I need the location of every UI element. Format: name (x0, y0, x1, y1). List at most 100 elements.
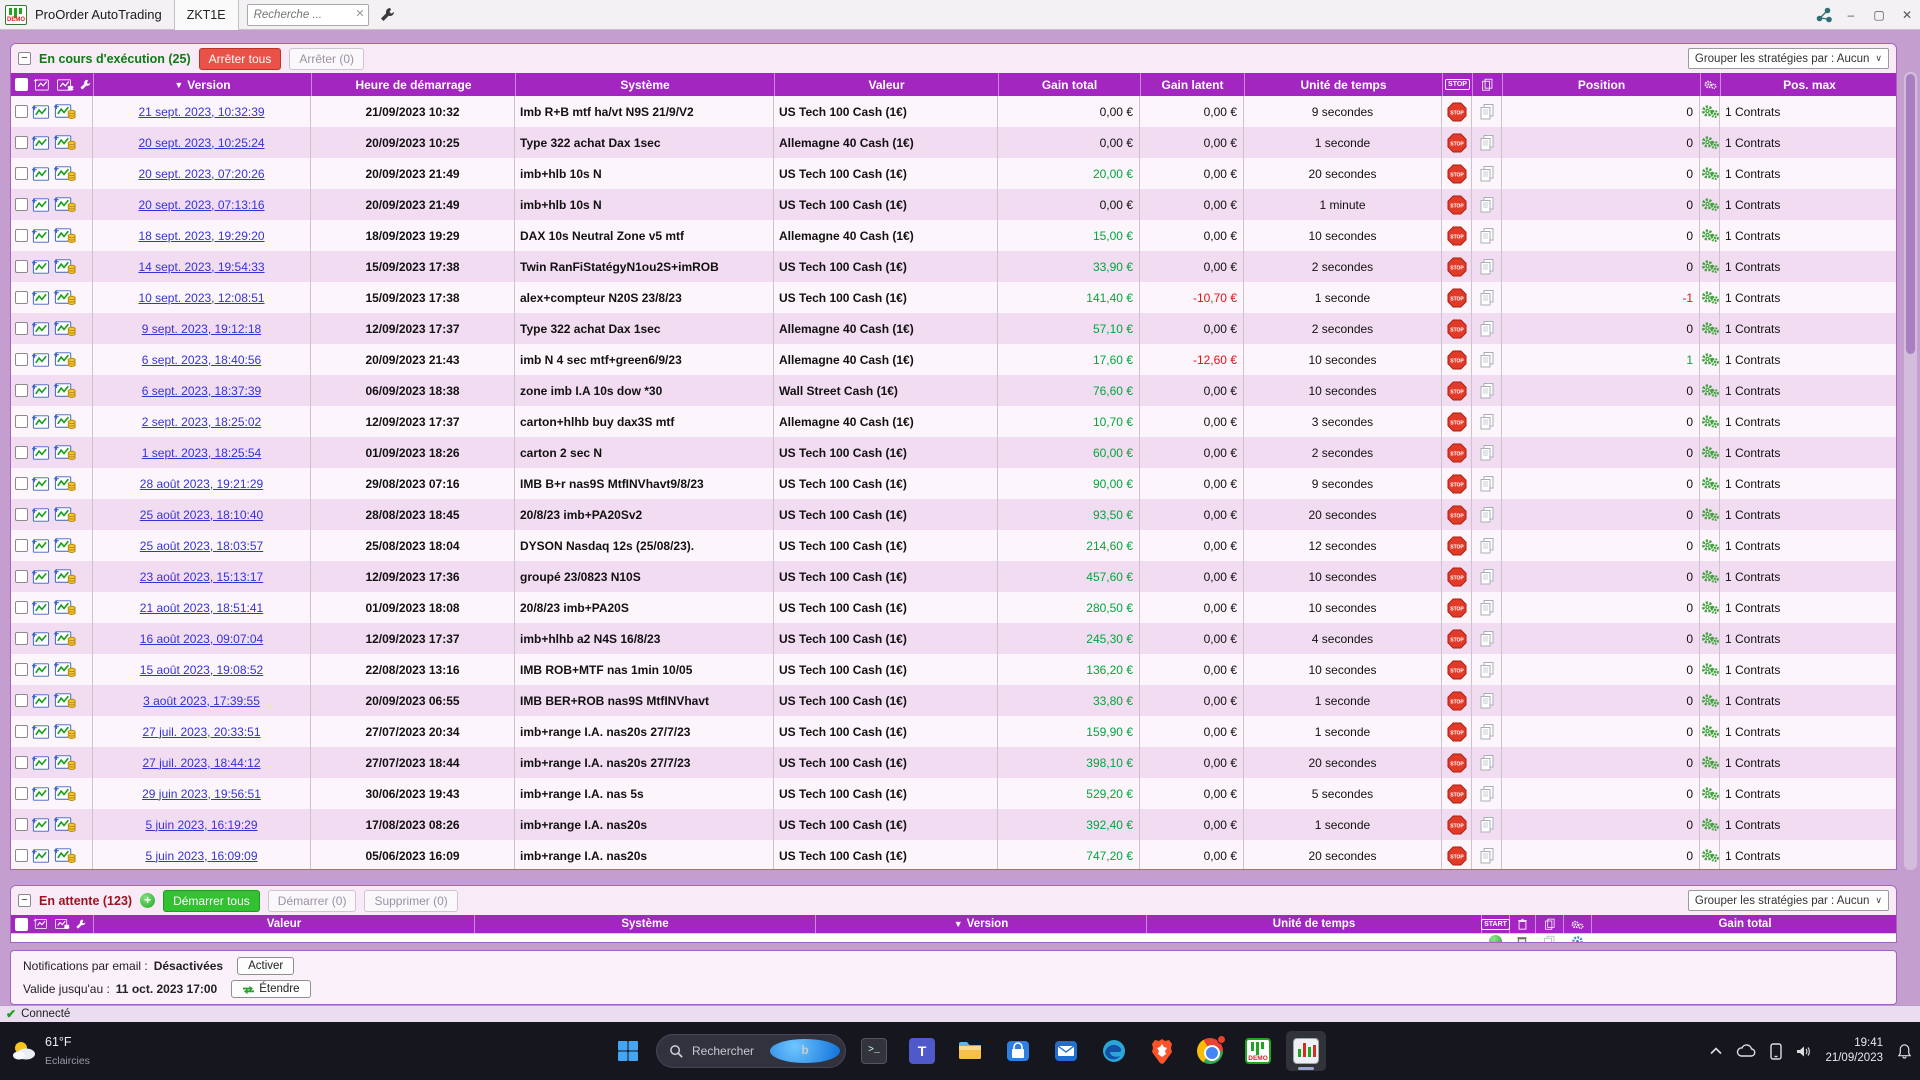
cell-version[interactable]: 15 août 2023, 19:08:52 (93, 654, 311, 685)
row-checkbox[interactable] (15, 539, 28, 552)
copy-pages-icon[interactable] (1479, 785, 1495, 802)
row-checkbox[interactable] (15, 167, 28, 180)
extend-button[interactable]: Étendre (231, 980, 311, 998)
copy-pages-icon[interactable] (1479, 568, 1495, 585)
row-checkbox[interactable] (15, 446, 28, 459)
edit-chart-money-icon[interactable] (53, 630, 76, 647)
row-checkbox[interactable] (15, 260, 28, 273)
col-system[interactable]: Système (515, 73, 774, 96)
open-chart-icon[interactable] (31, 104, 50, 120)
open-chart-icon[interactable] (31, 259, 50, 275)
edit-chart-money-icon[interactable] (53, 227, 76, 244)
row-checkbox[interactable] (15, 601, 28, 614)
cell-version[interactable]: 20 sept. 2023, 10:25:24 (93, 127, 311, 158)
taskbar-app-prorealtime-demo[interactable]: DEMO (1238, 1031, 1278, 1071)
stop-selected-button[interactable]: Arrêter (0) (289, 47, 365, 70)
row-checkbox[interactable] (15, 105, 28, 118)
row-checkbox[interactable] (15, 415, 28, 428)
col-gain-total[interactable]: Gain total (998, 73, 1140, 96)
open-chart-icon[interactable] (31, 662, 50, 678)
edit-chart-money-icon[interactable] (53, 754, 76, 771)
cell-version[interactable]: 18 sept. 2023, 19:29:20 (93, 220, 311, 251)
stop-button[interactable]: STOP (1447, 815, 1467, 835)
copy-pages-icon[interactable] (1479, 289, 1495, 306)
tray-chevron-up-icon[interactable] (1710, 1047, 1723, 1055)
stop-button[interactable]: STOP (1447, 443, 1467, 463)
edit-chart-money-icon[interactable] (53, 599, 76, 616)
stop-button[interactable]: STOP (1447, 133, 1467, 153)
row-checkbox[interactable] (15, 508, 28, 521)
open-chart-icon[interactable] (31, 135, 50, 151)
add-chart-icon[interactable] (33, 78, 50, 92)
gears-icon[interactable] (1701, 104, 1719, 119)
stop-button[interactable]: STOP (1447, 226, 1467, 246)
cell-version[interactable]: 27 juil. 2023, 20:33:51 (93, 716, 311, 747)
edit-chart-money-icon[interactable] (53, 289, 76, 306)
cell-version[interactable]: 16 août 2023, 09:07:04 (93, 623, 311, 654)
col-gain-total[interactable]: Gain total (1591, 915, 1896, 933)
stop-button[interactable]: STOP (1447, 784, 1467, 804)
gears-icon[interactable] (1701, 600, 1719, 615)
stop-button[interactable]: STOP (1447, 629, 1467, 649)
open-chart-icon[interactable] (31, 538, 50, 554)
gears-icon[interactable] (1701, 259, 1719, 274)
open-chart-icon[interactable] (31, 848, 50, 864)
copy-pages-icon[interactable] (1479, 847, 1495, 864)
add-chart-icon[interactable] (33, 918, 48, 930)
copy-pages-icon[interactable] (1479, 258, 1495, 275)
col-value[interactable]: Valeur (774, 73, 998, 96)
stop-button[interactable]: STOP (1447, 381, 1467, 401)
stop-button[interactable]: STOP (1447, 102, 1467, 122)
copy-pages-icon[interactable] (1479, 351, 1495, 368)
edit-chart-money-icon[interactable] (53, 165, 76, 182)
trash-icon[interactable] (1516, 935, 1528, 943)
copy-pages-icon[interactable] (1479, 103, 1495, 120)
copy-pages-icon[interactable] (1479, 692, 1495, 709)
select-all-checkbox[interactable] (15, 917, 28, 931)
gears-icon[interactable] (1701, 445, 1719, 460)
copy-pages-icon[interactable] (1479, 227, 1495, 244)
cell-version[interactable]: 10 sept. 2023, 12:08:51 (93, 282, 311, 313)
gears-icon[interactable] (1701, 786, 1719, 801)
cell-version[interactable]: 1 sept. 2023, 18:25:54 (93, 437, 311, 468)
cell-version[interactable]: 27 juil. 2023, 18:44:12 (93, 747, 311, 778)
stop-button[interactable]: STOP (1447, 319, 1467, 339)
cell-version[interactable]: 23 août 2023, 15:13:17 (93, 561, 311, 592)
select-all-checkbox[interactable] (15, 78, 28, 91)
edit-chart-money-icon[interactable] (53, 847, 76, 864)
cell-version[interactable]: 28 août 2023, 19:21:29 (93, 468, 311, 499)
taskbar-app-brave[interactable] (1142, 1031, 1182, 1071)
gears-icon[interactable] (1701, 197, 1719, 212)
cell-version[interactable]: 25 août 2023, 18:10:40 (93, 499, 311, 530)
cell-version[interactable]: 3 août 2023, 17:39:55 (93, 685, 311, 716)
add-chart-money-icon[interactable] (55, 78, 74, 92)
stop-button[interactable]: STOP (1447, 691, 1467, 711)
cell-version[interactable]: 5 juin 2023, 16:09:09 (93, 840, 311, 869)
open-chart-icon[interactable] (31, 693, 50, 709)
col-position[interactable]: Position (1502, 73, 1700, 96)
gears-icon[interactable] (1701, 848, 1719, 863)
taskbar-app-explorer[interactable] (950, 1031, 990, 1071)
stop-button[interactable]: STOP (1447, 288, 1467, 308)
edit-chart-money-icon[interactable] (53, 723, 76, 740)
tools-wrench-icon[interactable] (75, 919, 86, 930)
stop-button[interactable]: STOP (1447, 846, 1467, 866)
start-selected-button[interactable]: Démarrer (0) (267, 889, 357, 912)
gears-icon[interactable] (1701, 662, 1719, 677)
open-chart-icon[interactable] (31, 631, 50, 647)
stop-button[interactable]: STOP (1447, 505, 1467, 525)
stop-button[interactable]: STOP (1447, 195, 1467, 215)
row-checkbox[interactable] (15, 787, 28, 800)
cell-version[interactable]: 6 sept. 2023, 18:40:56 (93, 344, 311, 375)
open-chart-icon[interactable] (31, 197, 50, 213)
col-time-unit[interactable]: Unité de temps (1244, 73, 1442, 96)
copy-pages-icon[interactable] (1479, 134, 1495, 151)
row-checkbox[interactable] (15, 477, 28, 490)
gears-icon[interactable] (1701, 476, 1719, 491)
gears-icon[interactable] (1701, 507, 1719, 522)
scrollbar-thumb[interactable] (1906, 74, 1915, 354)
copy-pages-icon[interactable] (1479, 723, 1495, 740)
row-checkbox[interactable] (15, 632, 28, 645)
edit-chart-money-icon[interactable] (53, 568, 76, 585)
copy-pages-icon[interactable] (1479, 661, 1495, 678)
